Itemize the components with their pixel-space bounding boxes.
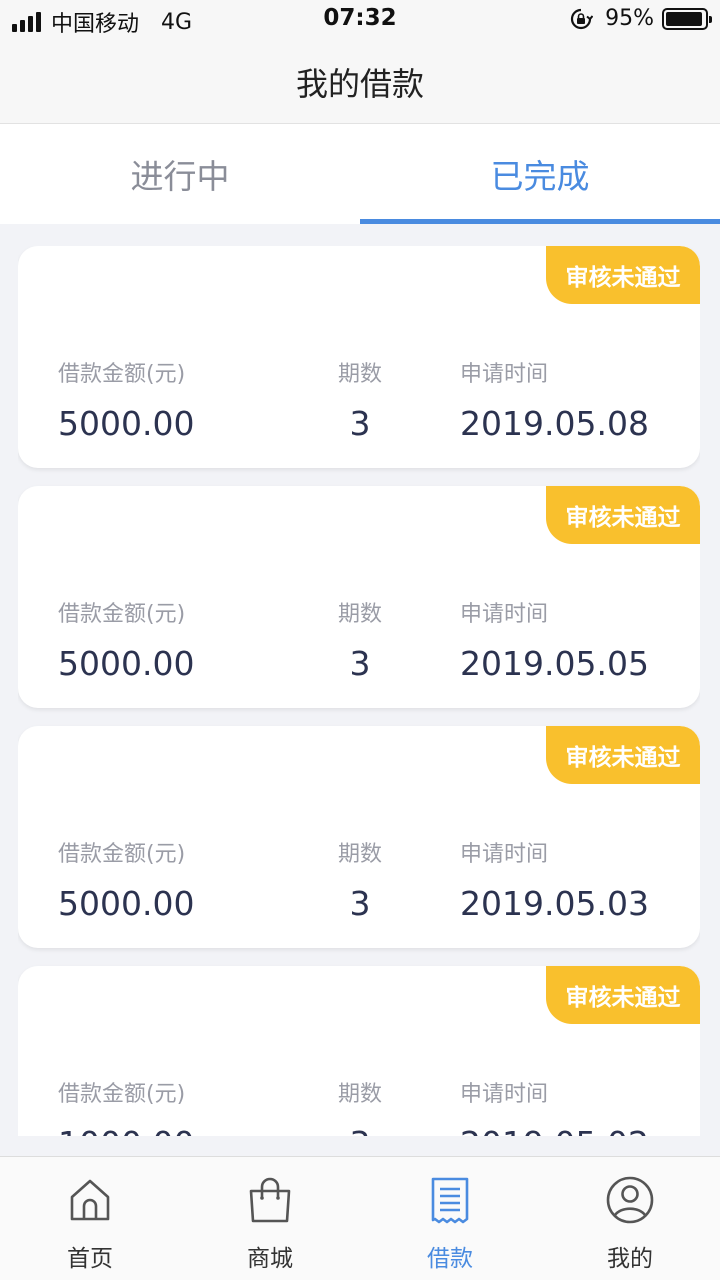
nav-label: 首页 xyxy=(67,1246,113,1272)
periods-label: 期数 xyxy=(337,602,382,627)
loan-date: 2019.05.02 xyxy=(460,1124,649,1136)
loan-date: 2019.05.03 xyxy=(460,884,649,923)
battery-fill xyxy=(666,11,703,26)
loan-periods: 3 xyxy=(336,1124,384,1136)
status-left: 中国移动 4G xyxy=(12,6,192,38)
date-label: 申请时间 xyxy=(460,602,549,627)
nav-label: 商城 xyxy=(247,1246,293,1272)
loan-card[interactable]: 审核未通过 借款金额(元) 5000.00 期数 3 申请时间 2019.05.… xyxy=(18,246,700,468)
nav-label: 借款 xyxy=(427,1246,473,1272)
loan-card[interactable]: 审核未通过 借款金额(元) 5000.00 期数 3 申请时间 2019.05.… xyxy=(18,726,700,948)
nav-item-loan[interactable]: 借款 xyxy=(360,1157,540,1280)
periods-label: 期数 xyxy=(337,842,382,867)
date-label: 申请时间 xyxy=(460,842,549,867)
nav-item-profile[interactable]: 我的 xyxy=(540,1157,720,1280)
nav-item-shop[interactable]: 商城 xyxy=(180,1157,360,1280)
loan-periods: 3 xyxy=(349,884,371,923)
status-badge: 审核未通过 xyxy=(546,726,700,784)
status-bar: 中国移动 4G 07:32 95% xyxy=(0,0,720,40)
loan-amount: 5000.00 xyxy=(58,404,195,443)
amount-label: 借款金额(元) xyxy=(58,602,186,627)
carrier-name: 中国移动 xyxy=(51,12,140,37)
nav-bar: 我的借款 xyxy=(0,40,720,124)
home-icon xyxy=(70,1179,110,1221)
network-type: 4G xyxy=(161,9,193,35)
loan-date: 2019.05.05 xyxy=(460,644,649,683)
periods-label: 期数 xyxy=(337,362,382,387)
status-badge: 审核未通过 xyxy=(546,966,700,1024)
loan-list[interactable]: 审核未通过 借款金额(元) 5000.00 期数 3 申请时间 2019.05.… xyxy=(18,246,700,1136)
loan-date: 2019.05.08 xyxy=(460,404,649,443)
status-badge: 审核未通过 xyxy=(546,246,700,304)
amount-label: 借款金额(元) xyxy=(58,362,186,387)
rotation-lock-icon xyxy=(571,8,594,29)
bottom-tab-bar: 首页 商城 借款 我的 xyxy=(0,1156,720,1280)
nav-item-home[interactable]: 首页 xyxy=(0,1157,180,1280)
loan-amount: 5000.00 xyxy=(58,884,195,923)
shopping-bag-icon xyxy=(249,1177,291,1223)
battery-icon xyxy=(662,7,712,30)
loan-status-tabs: 进行中 已完成 xyxy=(0,124,720,224)
status-badge: 审核未通过 xyxy=(546,486,700,544)
date-label: 申请时间 xyxy=(460,362,549,387)
loan-periods: 3 xyxy=(349,404,371,443)
battery-percent: 95% xyxy=(605,6,654,31)
nav-label: 我的 xyxy=(607,1246,653,1272)
loan-periods: 3 xyxy=(349,644,371,683)
amount-label: 借款金额(元) xyxy=(58,842,186,867)
user-icon xyxy=(606,1176,654,1224)
periods-label: 期数 xyxy=(337,1082,382,1107)
page-title: 我的借款 xyxy=(295,64,424,103)
loan-card[interactable]: 审核未通过 借款金额(元) 1000.00 期数 3 申请时间 2019.05.… xyxy=(18,966,700,1136)
date-label: 申请时间 xyxy=(460,1082,549,1107)
status-right: 95% xyxy=(569,6,712,31)
signal-strength-icon xyxy=(12,12,41,32)
loan-amount: 1000.00 xyxy=(58,1124,194,1136)
receipt-icon xyxy=(431,1177,469,1224)
tab-in-progress[interactable]: 进行中 xyxy=(0,124,360,224)
loan-card[interactable]: 审核未通过 借款金额(元) 5000.00 期数 3 申请时间 2019.05.… xyxy=(18,486,700,708)
tab-completed[interactable]: 已完成 xyxy=(360,124,720,224)
amount-label: 借款金额(元) xyxy=(58,1082,186,1107)
loan-amount: 5000.00 xyxy=(58,644,195,683)
